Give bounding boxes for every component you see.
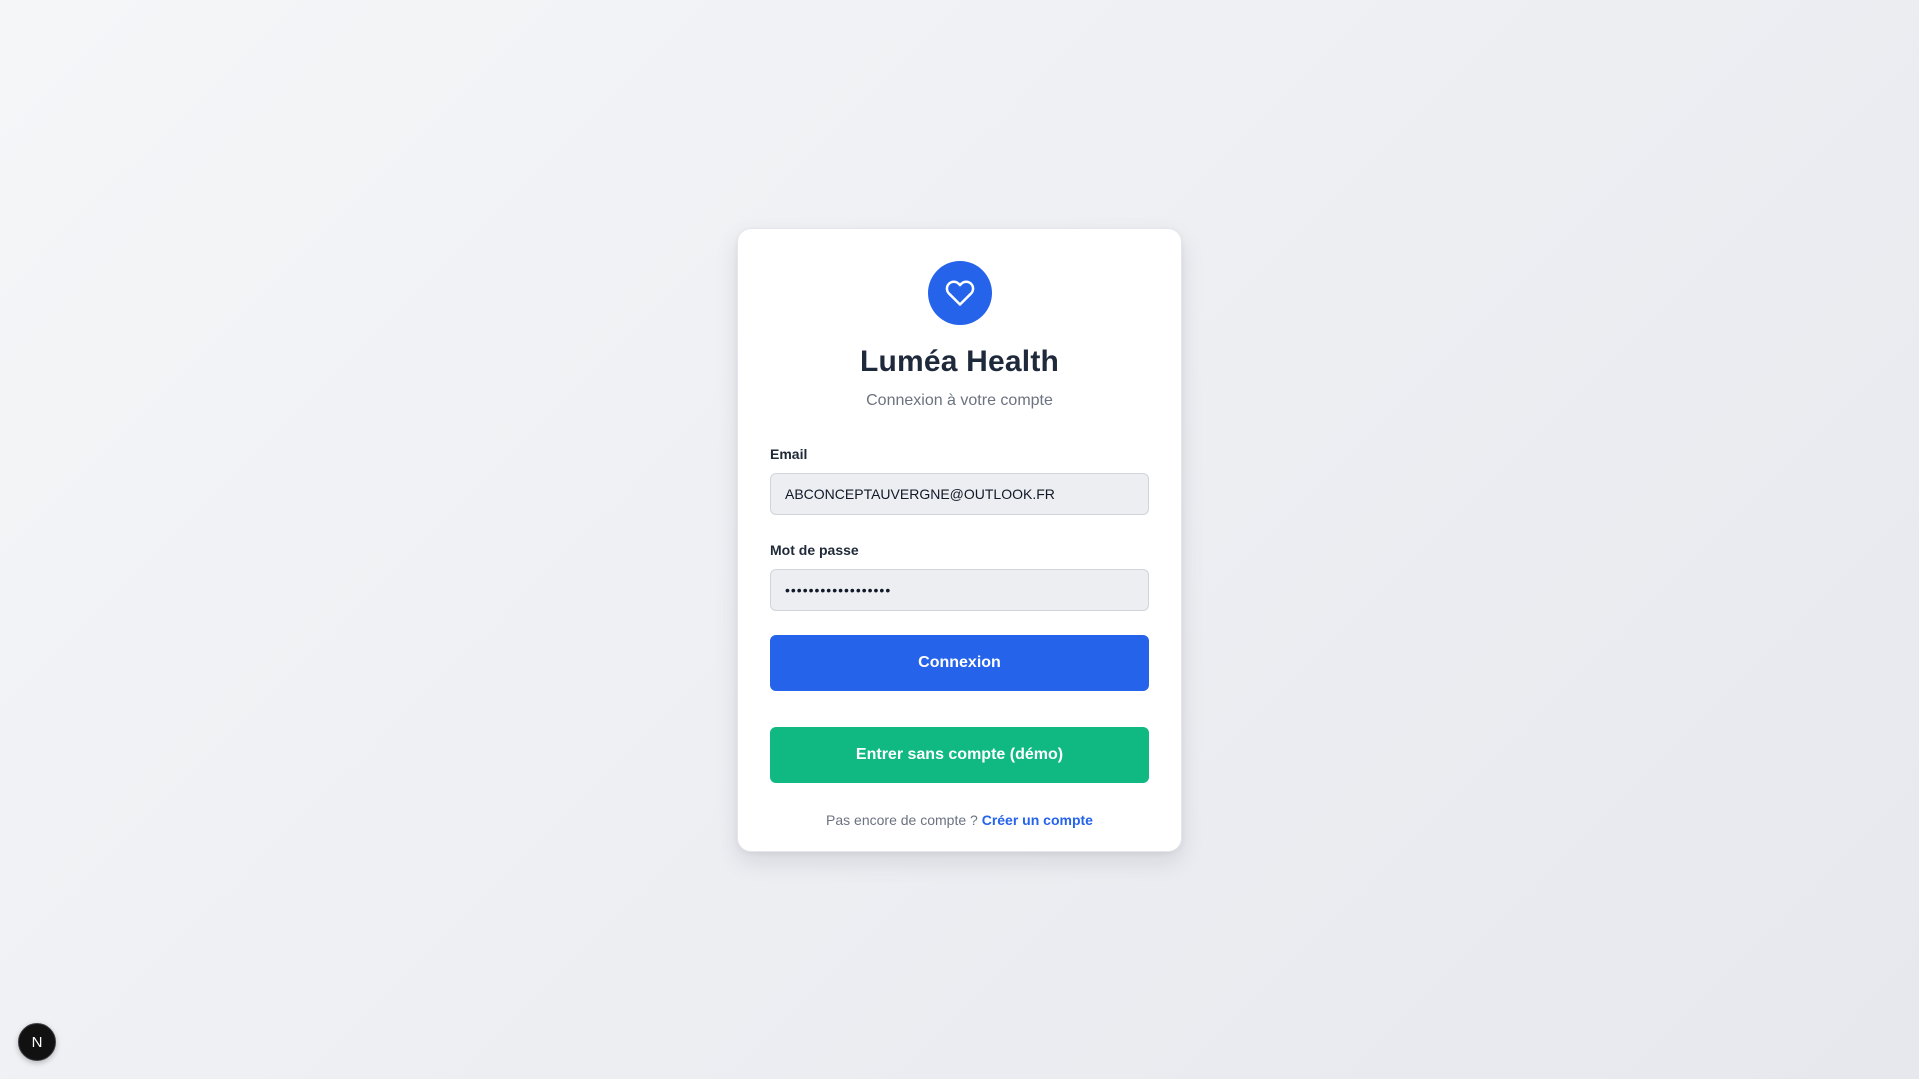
logo-wrap xyxy=(770,261,1149,325)
login-button[interactable]: Connexion xyxy=(770,635,1149,691)
logo-badge xyxy=(927,261,992,325)
signup-prompt: Pas encore de compte ? Créer un compte xyxy=(770,811,1149,829)
demo-login-button[interactable]: Entrer sans compte (démo) xyxy=(770,727,1149,783)
email-field[interactable] xyxy=(770,473,1149,515)
password-field[interactable] xyxy=(770,569,1149,611)
app-title: Luméa Health xyxy=(859,345,1060,378)
signup-prompt-text: Pas encore de compte ? xyxy=(826,812,978,828)
heart-icon xyxy=(945,280,974,306)
signup-link[interactable]: Créer un compte xyxy=(982,812,1093,828)
nextjs-badge-letter: N xyxy=(32,1034,43,1051)
login-card: Luméa Health Connexion à votre compte Em… xyxy=(737,228,1182,852)
login-subtitle: Connexion à votre compte xyxy=(866,392,1053,409)
email-label: Email xyxy=(770,446,808,462)
nextjs-icon: N xyxy=(32,1034,43,1051)
password-label: Mot de passe xyxy=(770,542,859,558)
nextjs-dev-badge[interactable]: N xyxy=(18,1023,56,1061)
